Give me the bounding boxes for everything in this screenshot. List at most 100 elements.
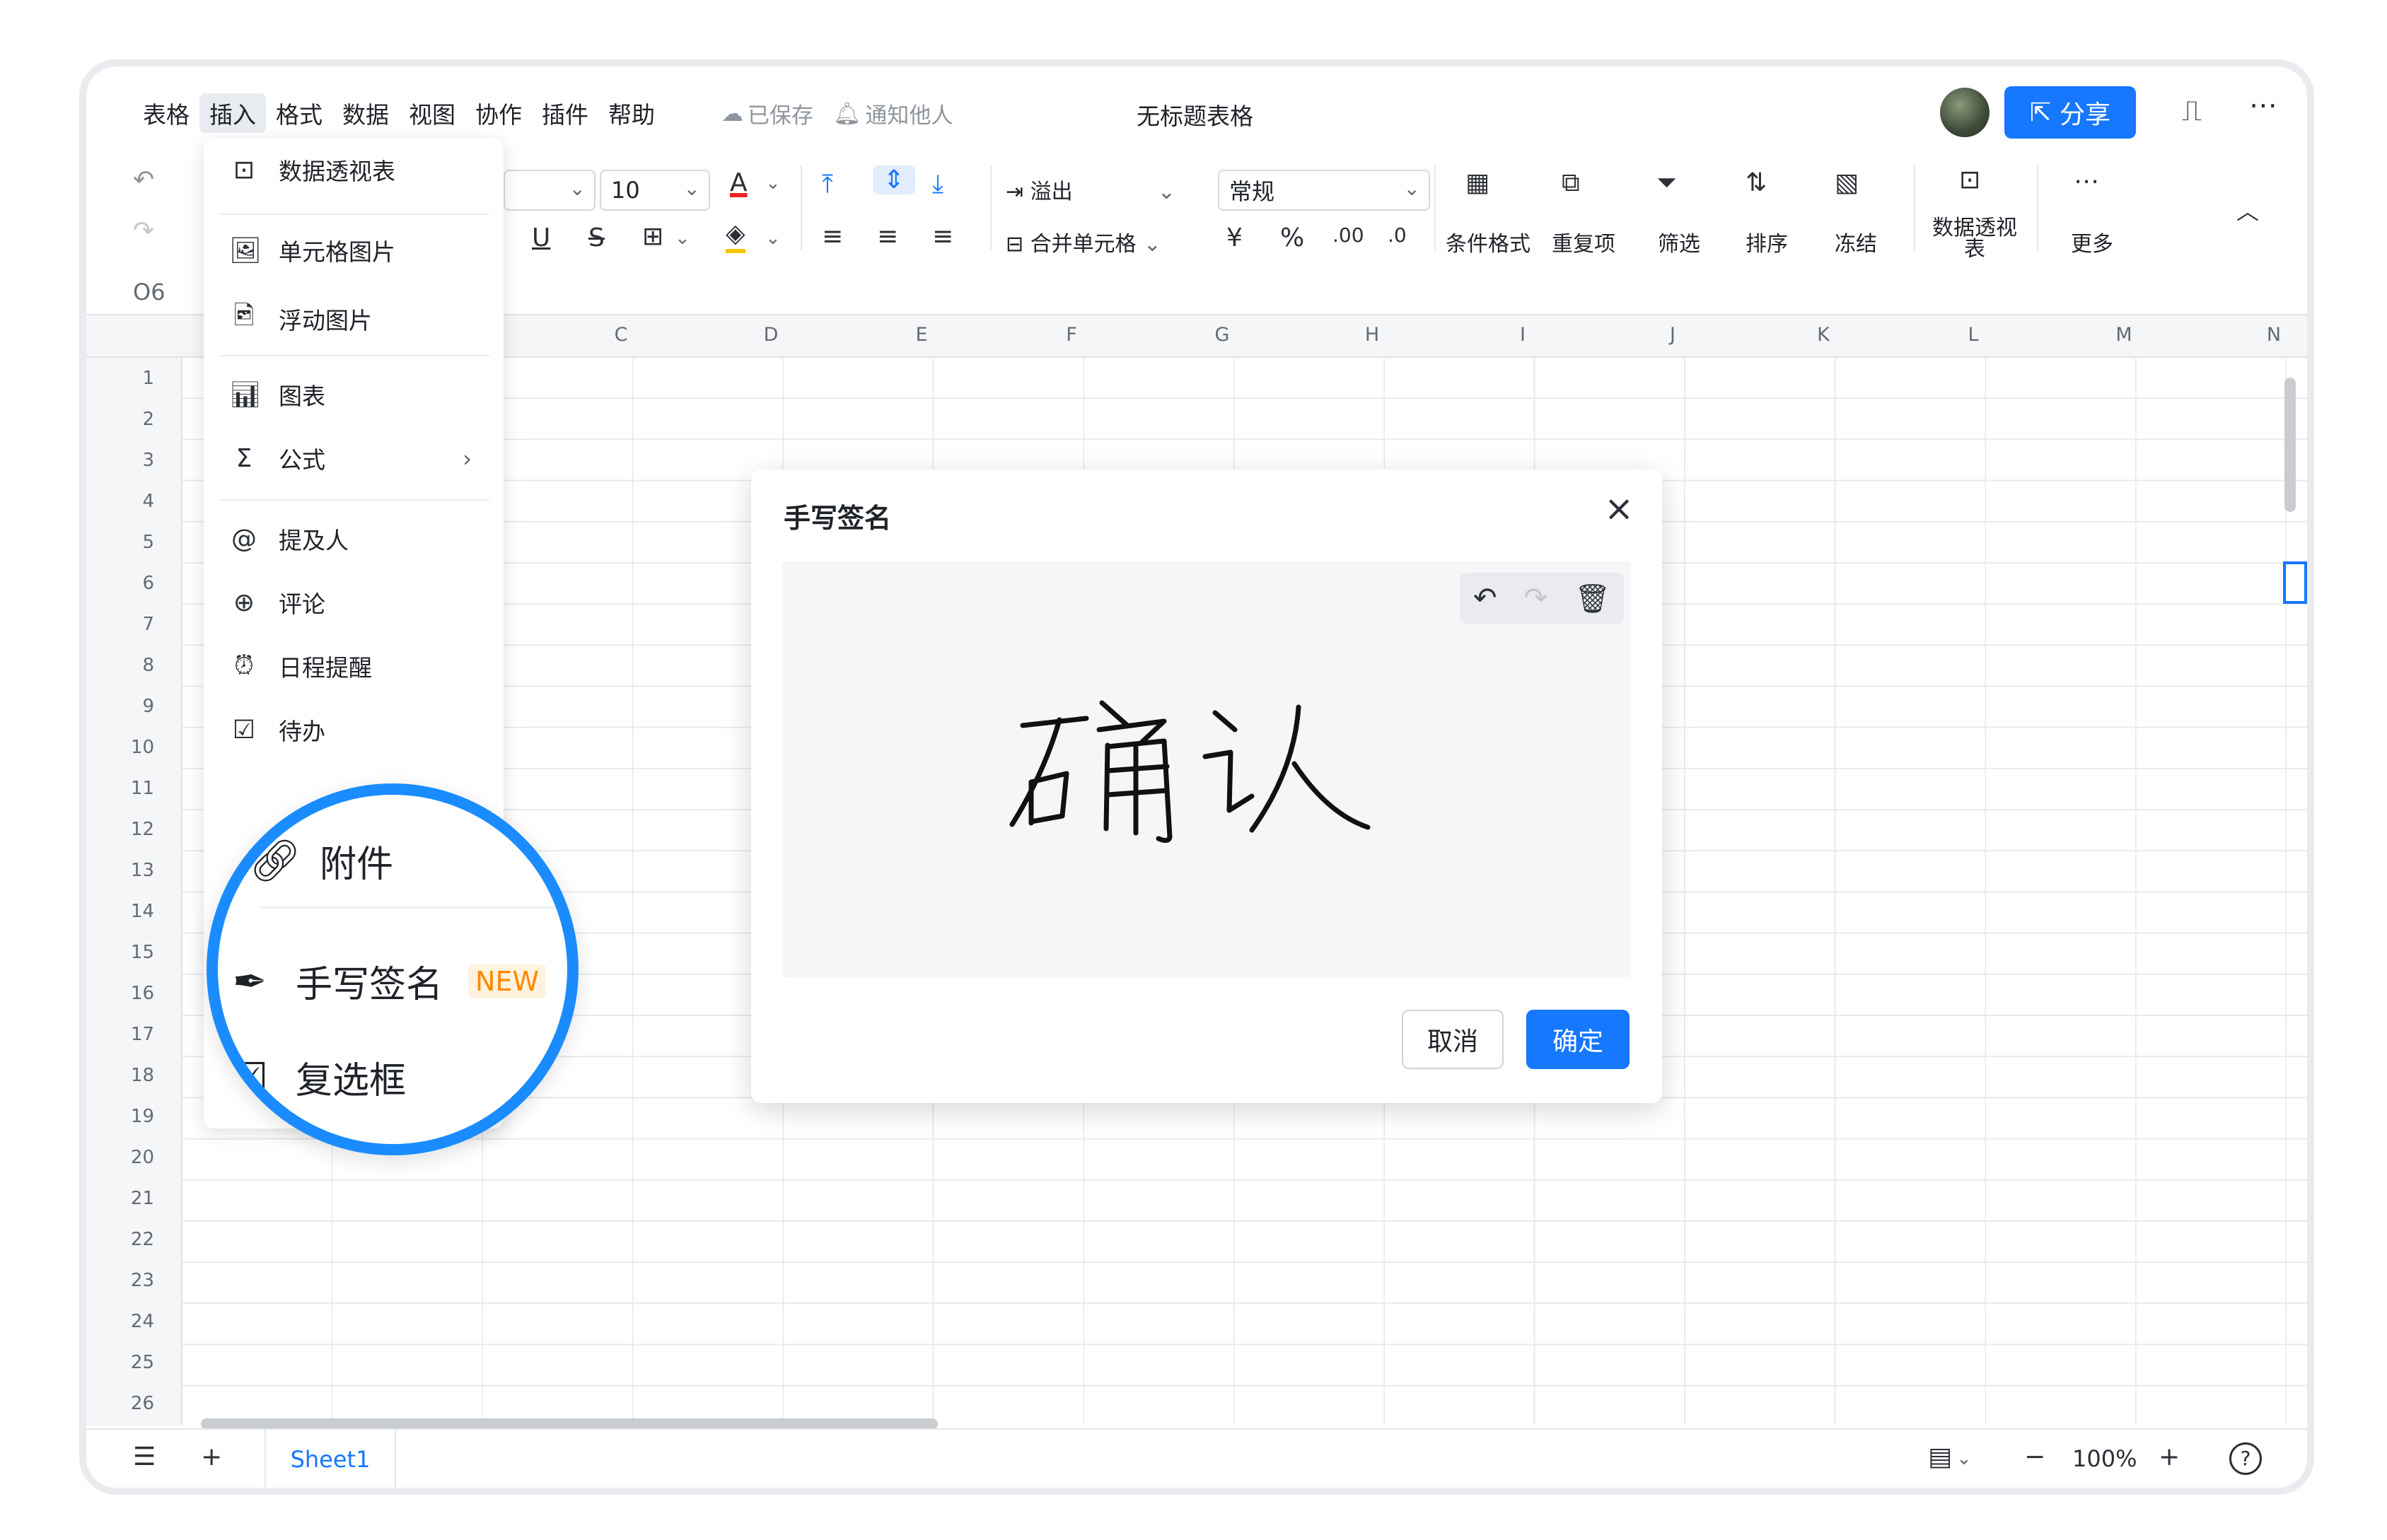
row-header-cell[interactable]: 12 [86,819,154,840]
vertical-scrollbar[interactable] [2284,378,2296,512]
column-header-cell[interactable]: H [1297,324,1447,346]
document-title[interactable]: 无标题表格 [1137,98,1253,132]
row-header-cell[interactable]: 15 [86,942,154,963]
sheet-list-icon[interactable]: ☰ [133,1442,156,1471]
row-header-cell[interactable]: 19 [86,1106,154,1127]
row-header-cell[interactable]: 9 [86,696,154,717]
menu-format[interactable]: 格式 [266,93,332,133]
undo-stroke-icon[interactable]: ↶ [1473,582,1497,614]
undo-icon[interactable]: ↶ [133,165,154,194]
align-right-icon[interactable]: ≡ [932,222,953,251]
duplicates-label[interactable]: 重复项 [1552,226,1615,257]
insert-comment[interactable]: ⊕ 评论 [229,585,325,619]
column-header-cell[interactable]: N [2199,324,2307,346]
currency-icon[interactable]: ¥ [1226,223,1243,252]
filter-label[interactable]: 筛选 [1658,226,1700,257]
column-header-cell[interactable]: I [1448,324,1598,346]
row-header-cell[interactable]: 11 [86,778,154,799]
view-mode-icon[interactable]: ▤ [1928,1442,1952,1471]
increase-decimal-icon[interactable]: .0 [1388,223,1407,247]
insert-cell-image[interactable]: 🖼︎ 单元格图片 [229,233,395,267]
row-header-cell[interactable]: 22 [86,1229,154,1250]
align-bottom-icon[interactable]: ⤓ [932,170,943,199]
column-header-cell[interactable]: F [997,324,1146,346]
more-label[interactable]: 更多 [2071,226,2113,257]
strikethrough-icon[interactable]: S [588,223,605,252]
redo-stroke-icon[interactable]: ↷ [1524,582,1548,614]
decrease-decimal-icon[interactable]: .00 [1332,223,1364,247]
menu-data[interactable]: 数据 [332,93,399,133]
font-size-select[interactable]: 10 ⌄ [600,170,710,211]
signature-canvas[interactable]: ↶ ↷ 🗑︎ [782,561,1631,977]
row-header-cell[interactable]: 23 [86,1270,154,1291]
underline-icon[interactable]: U [532,223,550,252]
collapse-toolbar-icon[interactable]: ︿ [2236,194,2259,226]
insert-chart[interactable]: 📊︎ 图表 [229,378,325,412]
row-header-cell[interactable]: 14 [86,901,154,922]
zoom-in-icon[interactable]: + [2159,1442,2180,1471]
menu-view[interactable]: 视图 [399,93,465,133]
pivot-table-icon[interactable]: ⊡ [1959,165,1980,194]
column-header-cell[interactable]: G [1147,324,1297,346]
cell-name-box[interactable]: O6 [133,279,165,305]
row-header-cell[interactable]: 13 [86,860,154,881]
align-top-icon[interactable]: ⤒ [822,170,833,199]
chevron-down-icon[interactable]: ⌄ [675,228,690,249]
row-header-cell[interactable]: 8 [86,655,154,676]
row-header-cell[interactable]: 21 [86,1188,154,1209]
insert-attachment[interactable]: 🔗︎ 附件 [249,834,393,887]
close-icon[interactable]: × [1604,488,1634,529]
conditional-format-label[interactable]: 条件格式 [1446,226,1531,257]
chevron-down-icon[interactable]: ⌄ [765,228,781,249]
chevron-down-icon[interactable]: ⌄ [1956,1448,1972,1469]
redo-icon[interactable]: ↷ [133,216,154,245]
menu-insert[interactable]: 插入 [199,93,266,133]
row-header-cell[interactable]: 26 [86,1393,154,1414]
zoom-level[interactable]: 100% [2072,1445,2137,1472]
trash-icon[interactable]: 🗑︎ [1574,582,1610,615]
freeze-label[interactable]: 冻结 [1835,226,1877,257]
insert-todo[interactable]: ☑ 待办 [229,713,325,747]
font-family-select[interactable]: ⌄ [504,170,596,211]
insert-float-image[interactable]: 🖻︎ 浮动图片 [229,297,372,340]
row-header-cell[interactable]: 6 [86,573,154,594]
column-header-cell[interactable]: K [1748,324,1898,346]
insert-mention[interactable]: @ 提及人 [229,522,349,556]
merge-cells-button[interactable]: ⊟ 合并单元格 ⌄ [1006,226,1161,257]
notify-others[interactable]: 🔔︎ 通知他人 [833,98,953,129]
row-header-cell[interactable]: 24 [86,1311,154,1332]
help-icon[interactable]: ? [2229,1442,2262,1475]
overflow-select[interactable]: ⇥ 溢出 ⌄ [1006,174,1175,205]
align-left-icon[interactable]: ≡ [822,222,843,251]
column-header-cell[interactable]: D [696,324,846,346]
duplicates-icon[interactable]: ⧉ [1562,168,1580,198]
column-header-cell[interactable]: E [847,324,997,346]
align-middle-icon[interactable]: ⇕ [873,165,915,194]
chevron-down-icon[interactable]: ⌄ [765,173,781,194]
percent-icon[interactable]: % [1280,223,1304,252]
borders-icon[interactable]: ⊞ [642,222,663,251]
column-header-cell[interactable]: C [546,324,696,346]
fill-color-icon[interactable]: ◈ [726,219,745,253]
row-header-cell[interactable]: 18 [86,1065,154,1086]
row-header-cell[interactable]: 10 [86,737,154,758]
sheet-tab[interactable]: Sheet1 [265,1430,396,1488]
row-header-cell[interactable]: 4 [86,491,154,512]
cancel-button[interactable]: 取消 [1402,1010,1504,1069]
pivot-table-label[interactable]: 数据透视表 [1928,218,2021,260]
row-header-cell[interactable]: 25 [86,1352,154,1373]
row-header-cell[interactable]: 16 [86,983,154,1004]
menu-collab[interactable]: 协作 [465,93,532,133]
number-format-select[interactable]: 常规 ⌄ [1218,170,1430,211]
row-header-cell[interactable]: 1 [86,368,154,389]
column-header-cell[interactable]: M [2049,324,2199,346]
menu-help[interactable]: 帮助 [598,93,665,133]
menu-plugins[interactable]: 插件 [532,93,598,133]
insert-checkbox[interactable]: ☑ 复选框 [225,1051,406,1104]
insert-reminder[interactable]: ⏰︎ 日程提醒 [229,649,372,683]
font-color-icon[interactable]: A [730,168,748,197]
insert-handwritten-signature[interactable]: ✒ 手写签名 NEW [225,955,547,1008]
align-center-icon[interactable]: ≡ [877,222,898,251]
insert-formula[interactable]: Σ 公式 › [229,441,472,475]
zoom-out-icon[interactable]: − [2024,1442,2045,1471]
